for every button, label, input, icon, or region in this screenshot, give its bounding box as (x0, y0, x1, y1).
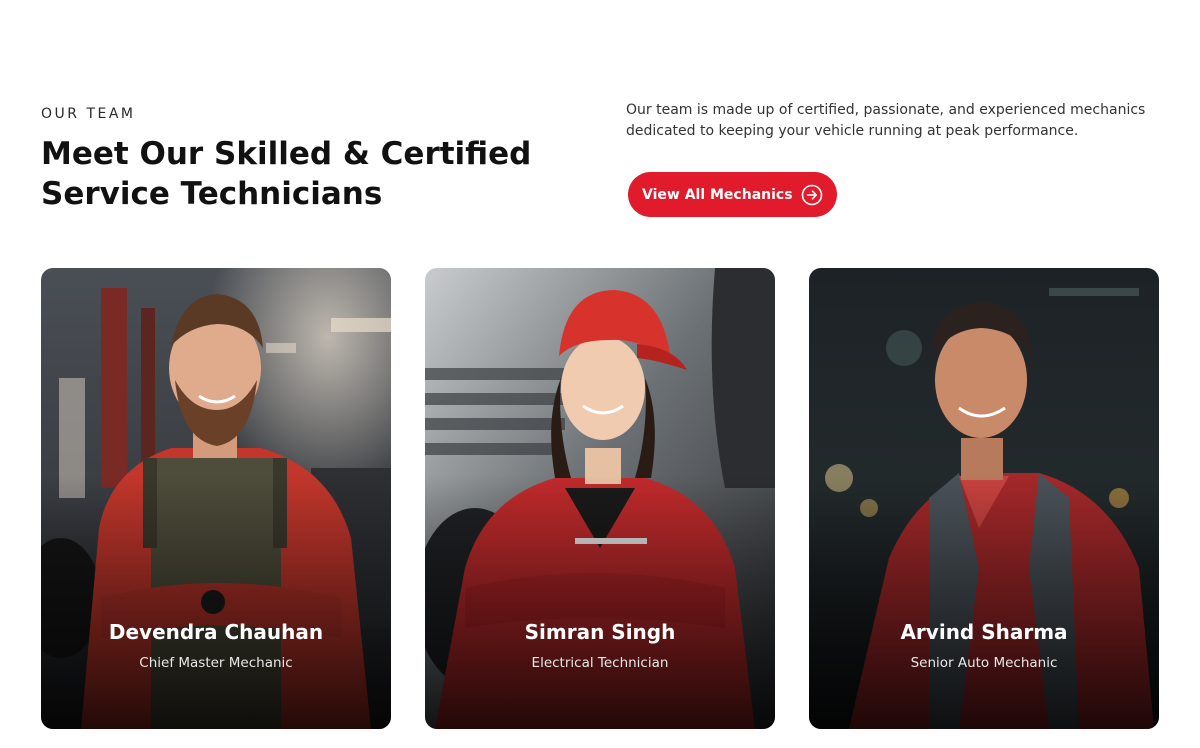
view-all-mechanics-button[interactable]: View All Mechanics (628, 172, 837, 217)
view-all-mechanics-label: View All Mechanics (642, 186, 793, 203)
team-member-name: Devendra Chauhan (108, 620, 324, 644)
team-card-arvind-sharma[interactable]: Arvind Sharma Senior Auto Mechanic (809, 268, 1159, 729)
team-member-name: Arvind Sharma (900, 620, 1068, 644)
arrow-right-circle-icon (801, 184, 823, 206)
team-member-role: Chief Master Mechanic (139, 655, 293, 671)
section-eyebrow: OUR TEAM (41, 106, 136, 122)
card-overlay (425, 475, 775, 729)
card-overlay (41, 475, 391, 729)
section-description: Our team is made up of certified, passio… (626, 102, 1146, 139)
section-title-line-2: Service Technicians (41, 176, 383, 212)
card-overlay (809, 475, 1159, 729)
team-member-name: Simran Singh (524, 620, 676, 644)
team-member-role: Senior Auto Mechanic (910, 655, 1058, 671)
section-title: Meet Our Skilled & Certified Service Tec… (41, 134, 561, 214)
team-card-devendra-chauhan[interactable]: Devendra Chauhan Chief Master Mechanic (41, 268, 391, 729)
team-member-role: Electrical Technician (531, 655, 669, 671)
team-section: OUR TEAM Meet Our Skilled & Certified Se… (0, 0, 1200, 748)
section-title-line-1: Meet Our Skilled & Certified (41, 136, 532, 172)
team-card-simran-singh[interactable]: Simran Singh Electrical Technician (425, 268, 775, 729)
